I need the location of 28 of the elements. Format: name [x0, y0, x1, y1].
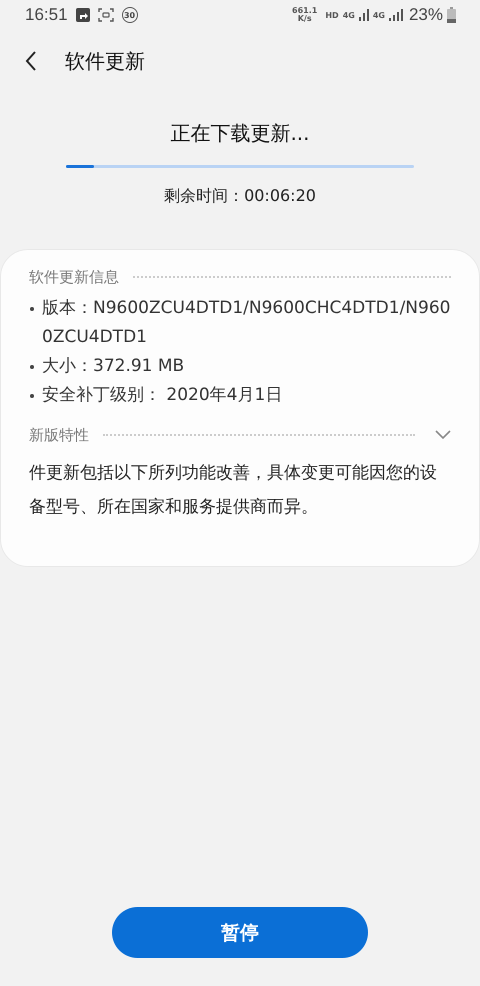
bullet-icon [30, 394, 34, 398]
back-icon[interactable] [25, 51, 37, 71]
battery-percent: 23% [408, 5, 443, 25]
feature-description: 件更新包括以下所列功能改善，具体变更可能因您的设备型号、所在国家和服务提供商而异。 [29, 462, 438, 519]
remaining-time: 剩余时间：00:06:20 [164, 186, 316, 207]
page-title: 软件更新 [65, 48, 145, 74]
screenshot-icon [98, 8, 114, 22]
speed-unit: K/s [298, 15, 312, 23]
battery-icon [447, 7, 456, 23]
hd-label: HD [325, 10, 339, 20]
app-notification-icon [76, 8, 90, 22]
network-label: 4G [372, 10, 385, 20]
info-text: 大小：372.91 MB [42, 355, 184, 378]
status-time: 16:51 [25, 5, 68, 25]
network-label: 4G [342, 10, 355, 20]
chevron-icon[interactable] [435, 430, 451, 440]
bullet-icon [30, 307, 34, 311]
speed-value: 661.1 [292, 7, 318, 15]
pause-button[interactable]: 暂停 [112, 907, 368, 958]
signal-icon [388, 9, 403, 21]
info-text: 安全补丁级别： 2020年4月1日 [42, 384, 282, 407]
signal-icon [358, 9, 369, 21]
download-status: 正在下载更新... [170, 120, 310, 147]
info-text: 版本：N9600ZCU4DTD1/N9600CHC4DTD1/N9600ZCU4DTD1 [42, 297, 451, 349]
bullet-icon [30, 365, 34, 369]
status-badge: 30 [122, 7, 138, 23]
section-title: 软件更新信息 [29, 268, 119, 286]
section-title: 新版特性 [29, 426, 89, 444]
